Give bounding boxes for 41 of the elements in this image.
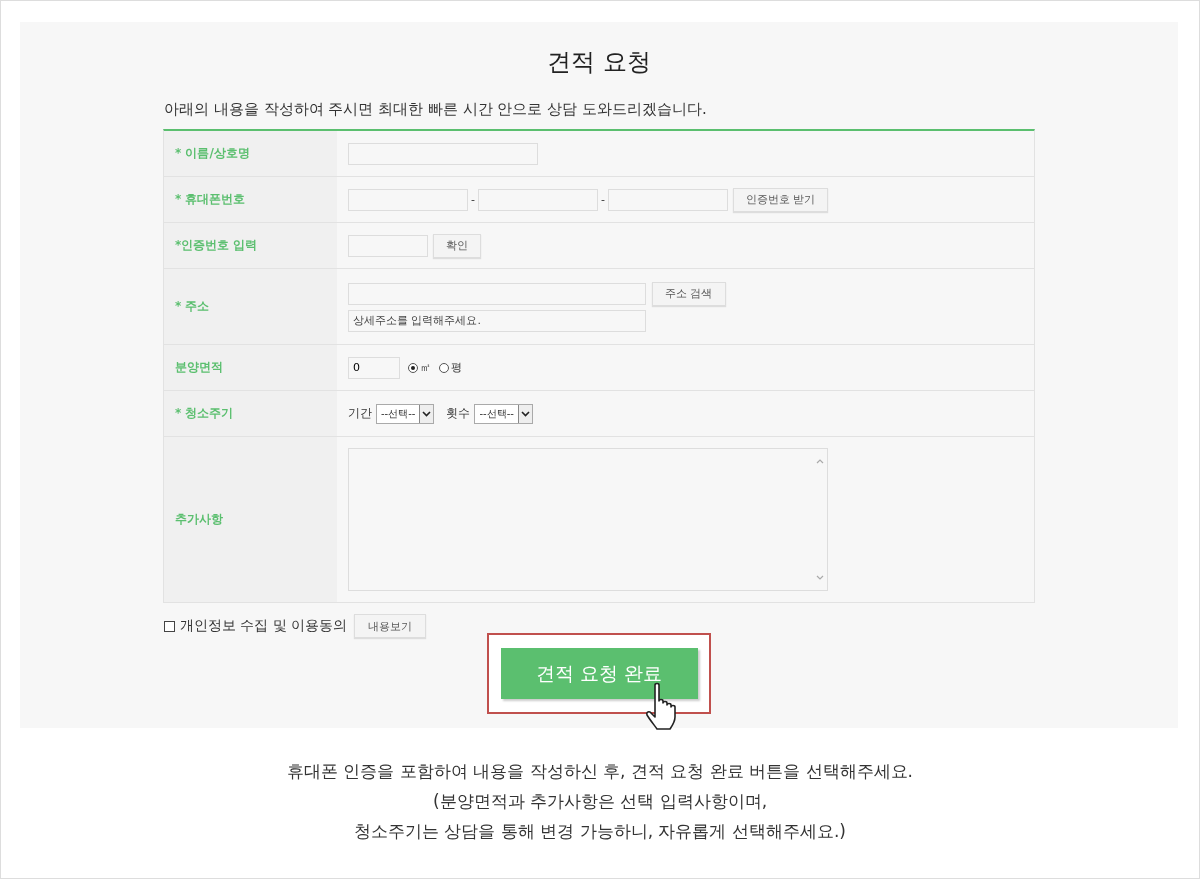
area-field[interactable]: 0 <box>348 356 400 379</box>
unit-label: ㎡ <box>420 360 431 375</box>
name-field[interactable] <box>348 142 538 165</box>
field-label: 분양면적 <box>175 359 223 376</box>
field-label: * 주소 <box>175 298 210 315</box>
intro-text: 아래의 내용을 작성하여 주시면 최대한 빠른 시간 안으로 상담 도와드리겠습니다. <box>164 100 708 119</box>
caption-text: 휴대폰 인증을 포함하여 내용을 작성하신 후, 견적 요청 완료 버튼을 선택해주세요. <box>286 760 914 783</box>
select-dropdown[interactable]: --선택-- <box>474 403 533 424</box>
radio-button[interactable] <box>439 362 449 373</box>
address-search-button[interactable]: 주소 검색 <box>652 281 726 306</box>
field-label: * 이름/상호명 <box>175 145 250 162</box>
page-title: 견적 요청 <box>547 47 651 78</box>
detail-address-field[interactable]: 상세주소를 입력해주세요. <box>348 309 646 332</box>
select-label: 횟수 <box>446 405 471 422</box>
select-dropdown[interactable]: --선택-- <box>376 403 435 424</box>
confirm-button[interactable]: 확인 <box>433 233 481 258</box>
radio-button[interactable] <box>408 362 418 373</box>
caption-text: (분양면적과 추가사항은 선택 입력사항이며, <box>431 790 769 813</box>
phone-field[interactable] <box>607 188 728 211</box>
view-terms-button[interactable]: 내용보기 <box>354 614 427 638</box>
chevron-down-icon <box>422 410 432 417</box>
field-label: * 휴대폰번호 <box>175 191 246 208</box>
code-field[interactable] <box>348 234 428 257</box>
field-label: *인증번호 입력 <box>175 237 258 254</box>
select-label: 기간 <box>348 405 372 422</box>
consent-label: 개인정보 수집 및 이용동의 <box>180 617 348 635</box>
scroll-up-icon[interactable] <box>816 459 824 464</box>
chevron-down-icon <box>520 410 530 417</box>
notes-textarea[interactable] <box>348 448 828 591</box>
scroll-down-icon[interactable] <box>816 575 824 580</box>
consent-checkbox[interactable] <box>164 620 175 632</box>
field-label: * 청소주기 <box>175 405 234 422</box>
field-label: 추가사항 <box>175 511 223 528</box>
request-code-button[interactable]: 인증번호 받기 <box>732 187 829 212</box>
phone-field[interactable] <box>478 188 598 211</box>
caption-text: 청소주기는 상담을 통해 변경 가능하니, 자유롭게 선택해주세요.) <box>353 820 847 843</box>
dash-separator: - <box>601 193 605 206</box>
dash-separator: - <box>471 193 475 206</box>
phone-field[interactable] <box>348 188 468 211</box>
address-field[interactable] <box>348 282 646 305</box>
unit-label: 평 <box>451 360 462 375</box>
